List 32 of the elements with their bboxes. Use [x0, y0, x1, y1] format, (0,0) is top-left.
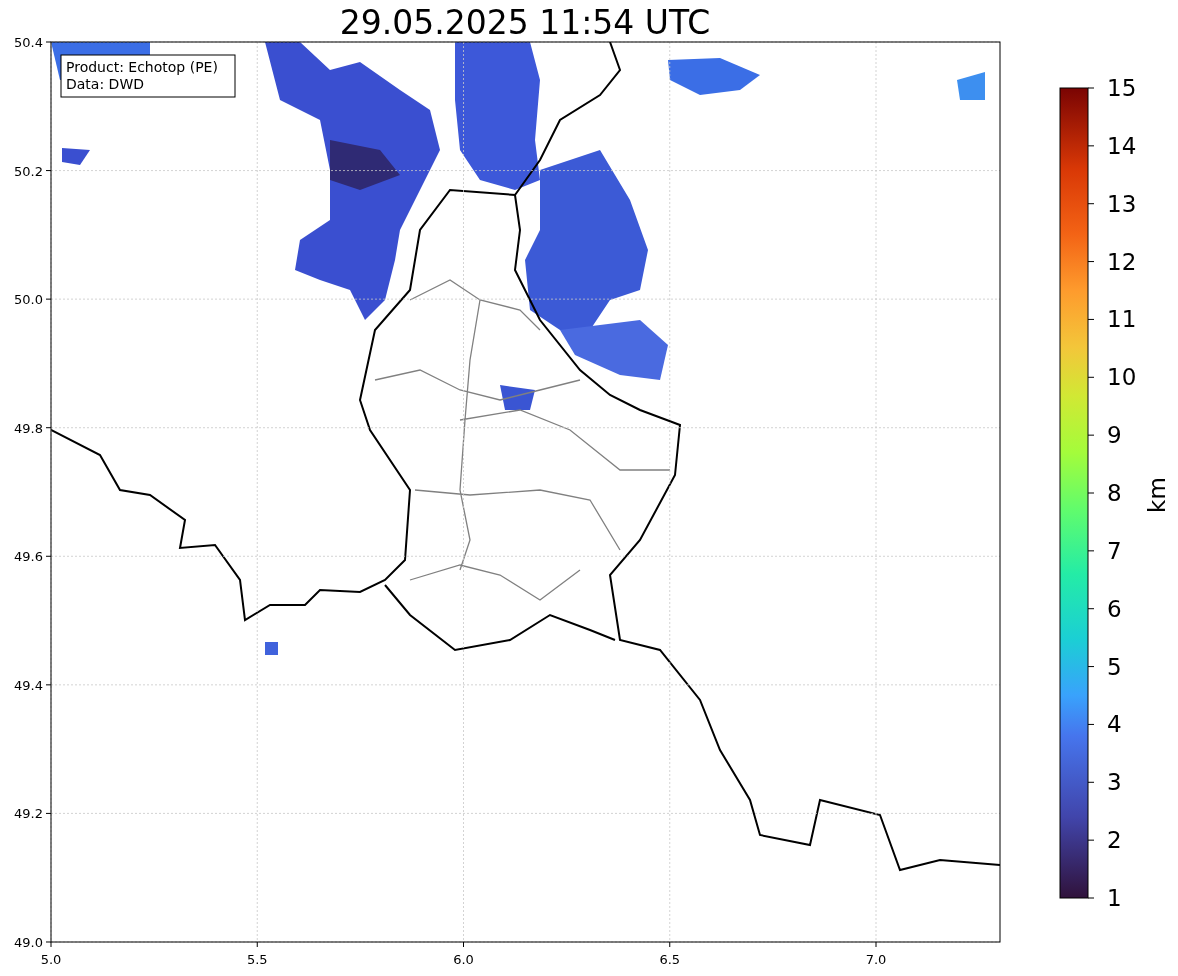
- axis-tick-label: 49.4: [14, 677, 43, 693]
- axis-tick-label: 50.4: [14, 35, 43, 50]
- axis-tick-label: 6.5: [659, 952, 681, 967]
- colorbar-tick-label: 15: [1107, 75, 1137, 101]
- axis-tick-label: 49.2: [14, 806, 43, 822]
- colorbar-tick-label: 12: [1107, 248, 1137, 275]
- legend-text: Product: Echotop (PE): [66, 59, 218, 75]
- axis-tick-label: 50.2: [14, 163, 43, 179]
- colorbar-tick-label: 9: [1107, 422, 1122, 449]
- colorbar-tick-label: 4: [1107, 711, 1122, 738]
- chart-title: 29.05.2025 11:54 UTC: [339, 3, 711, 42]
- colorbar-label: km: [1144, 477, 1170, 513]
- axis-tick-label: 7.0: [865, 952, 887, 967]
- colorbar-tick-label: 7: [1107, 537, 1122, 564]
- colorbar-tick-label: 14: [1107, 132, 1137, 159]
- colorbar-tick-label: 8: [1107, 480, 1122, 506]
- colorbar-tick-label: 13: [1107, 190, 1137, 217]
- colorbar-tick-label: 3: [1107, 769, 1122, 796]
- axis-tick-label: 5.5: [246, 952, 268, 967]
- axis-tick-label: 49.6: [14, 549, 43, 565]
- axis-tick-label: 49.8: [14, 420, 43, 436]
- colorbar-tick-label: 10: [1107, 364, 1137, 391]
- colorbar-tick-label: 11: [1107, 306, 1137, 333]
- axis-tick-label: 50.0: [14, 292, 43, 308]
- colorbar-tick-label: 5: [1107, 653, 1122, 680]
- axis-tick-label: 49.0: [14, 935, 43, 950]
- axis-tick-label: 5.0: [40, 952, 62, 967]
- axis-tick-label: 6.0: [453, 952, 474, 967]
- colorbar-tick-label: 2: [1107, 827, 1122, 854]
- colorbar-tick-label: 6: [1107, 595, 1122, 622]
- legend-text: Data: DWD: [66, 76, 144, 92]
- colorbar-tick-label: 1: [1107, 885, 1122, 911]
